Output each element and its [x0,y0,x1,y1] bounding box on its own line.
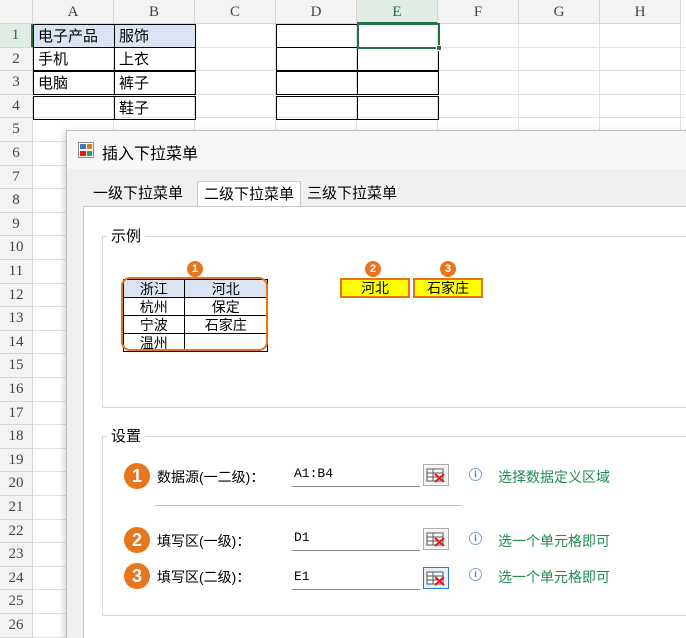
cell-B1[interactable]: 服饰 [114,24,196,48]
row-header-19[interactable]: 19 [0,448,33,473]
row-header-23[interactable]: 23 [0,543,33,567]
cell-D1[interactable] [276,24,358,48]
cell-E4[interactable] [357,96,439,120]
tab-level2[interactable]: 二级下拉菜单 [197,181,302,208]
example-group-title: 示例 [107,225,146,246]
cell-B3[interactable]: 裤子 [114,71,196,95]
column-header-C[interactable]: C [195,0,276,24]
column-header-A[interactable]: A [33,0,114,24]
level2-fill-hint: 选一个单元格即可 [498,569,610,585]
cell-A3[interactable]: 电脑 [33,71,115,95]
cell-A1[interactable]: 电子产品 [33,24,115,48]
info-icon: i [469,532,482,545]
row-header-7[interactable]: 7 [0,165,33,190]
cell-A2[interactable]: 手机 [33,47,115,71]
row-header-25[interactable]: 25 [0,590,33,614]
column-header-G[interactable]: G [519,0,600,24]
field2-number-badge: 2 [124,527,150,553]
column-header-D[interactable]: D [276,0,357,24]
cell-B4[interactable]: 鞋子 [114,96,196,120]
row-header-12[interactable]: 12 [0,283,33,308]
level2-fill-input[interactable]: E1 [292,566,420,590]
row-header-17[interactable]: 17 [0,401,33,426]
fill-handle[interactable] [436,45,442,51]
row-header-11[interactable]: 11 [0,260,33,284]
app-icon [78,142,94,158]
row-header-13[interactable]: 13 [0,307,33,331]
row-header-8[interactable]: 8 [0,189,33,213]
datasource-range-picker-button[interactable] [423,464,449,486]
info-icon: i [469,568,482,581]
settings-separator [155,505,462,506]
row-header-9[interactable]: 9 [0,212,33,237]
row-header-20[interactable]: 20 [0,472,33,496]
row-header-2[interactable]: 2 [0,47,33,72]
level1-range-picker-button[interactable] [423,528,449,550]
cell-D2[interactable] [276,47,358,71]
example-badge-1: 1 [187,261,203,277]
row-header-26[interactable]: 26 [0,614,33,638]
column-header-F[interactable]: F [438,0,519,24]
row-header-4[interactable]: 4 [0,94,33,119]
field1-number-badge: 1 [124,463,150,489]
row-header-3[interactable]: 3 [0,71,33,95]
row-header-10[interactable]: 10 [0,236,33,260]
cell-E2[interactable] [357,47,439,71]
selected-cell-highlight [357,23,440,49]
range-select-icon [426,468,445,483]
level2-fill-label: 填写区(二级)： [157,569,251,585]
row-header-14[interactable]: 14 [0,330,33,355]
cell-E3[interactable] [357,71,439,95]
field3-number-badge: 3 [124,563,150,589]
example-level1-dropdown: 河北 [340,278,410,298]
example-table-outline [121,277,268,351]
row-header-5[interactable]: 5 [0,118,33,142]
example-badge-2: 2 [365,261,381,277]
settings-group-title: 设置 [107,425,146,446]
cell-D3[interactable] [276,71,358,95]
row-header-16[interactable]: 16 [0,378,33,402]
example-level2-dropdown: 石家庄 [413,278,483,298]
dialog-title: 插入下拉菜单 [102,146,199,163]
dialog-titlebar[interactable]: 插入下拉菜单 [67,131,686,169]
select-all-corner[interactable] [0,0,33,24]
row-header-15[interactable]: 15 [0,354,33,378]
datasource-input[interactable]: A1:B4 [292,463,420,487]
range-select-icon [426,532,445,547]
cell-A4[interactable] [33,96,115,120]
column-header-E[interactable]: E [357,0,438,24]
datasource-label: 数据源(一二级)： [157,469,265,485]
column-header-B[interactable]: B [114,0,195,24]
row-header-22[interactable]: 22 [0,519,33,544]
row-header-24[interactable]: 24 [0,566,33,591]
tab-level1[interactable]: 一级下拉菜单 [87,181,189,207]
row-header-21[interactable]: 21 [0,496,33,520]
level1-fill-hint: 选一个单元格即可 [498,533,610,549]
level2-range-picker-button[interactable] [423,567,449,589]
example-badge-3: 3 [440,261,456,277]
tab-level3[interactable]: 三级下拉菜单 [301,181,403,207]
level1-fill-input[interactable]: D1 [292,527,420,551]
row-header-18[interactable]: 18 [0,425,33,449]
cell-D4[interactable] [276,96,358,120]
range-select-icon [426,571,445,586]
info-icon: i [469,468,482,481]
level1-fill-label: 填写区(一级)： [157,533,251,549]
row-header-1[interactable]: 1 [0,24,33,48]
cell-B2[interactable]: 上衣 [114,47,196,71]
column-header-H[interactable]: H [600,0,681,24]
datasource-hint: 选择数据定义区域 [498,469,610,485]
row-header-6[interactable]: 6 [0,142,33,166]
